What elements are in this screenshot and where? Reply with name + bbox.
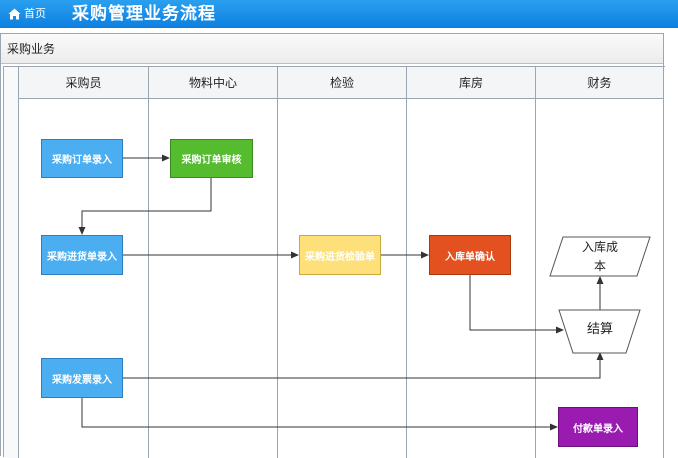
home-icon xyxy=(8,8,21,20)
lane-divider xyxy=(535,99,536,458)
lane-divider xyxy=(277,99,278,458)
lane-header-finance: 财务 xyxy=(536,67,664,99)
lane-header-inspection: 检验 xyxy=(278,67,407,99)
lane-header-warehouse: 库房 xyxy=(407,67,536,99)
inbound-cost-label[interactable]: 入库成 本 xyxy=(560,238,640,276)
order-review-node[interactable]: 采购订单审核 xyxy=(170,139,253,178)
pool-label-strip xyxy=(4,67,19,458)
top-bar: 首页 采购管理业务流程 xyxy=(0,0,678,28)
panel-title: 采购业务 xyxy=(1,34,663,64)
home-label: 首页 xyxy=(24,7,46,20)
invoice-entry-node[interactable]: 采购发票录入 xyxy=(41,358,123,398)
lane-divider xyxy=(406,99,407,458)
payment-entry-node[interactable]: 付款单录入 xyxy=(558,407,638,447)
order-entry-node[interactable]: 采购订单录入 xyxy=(41,139,123,178)
app-title: 采购管理业务流程 xyxy=(72,4,216,24)
settlement-label[interactable]: 结算 xyxy=(570,320,630,340)
home-link[interactable]: 首页 xyxy=(8,6,46,22)
lane-divider xyxy=(663,99,664,458)
inspection-node[interactable]: 采购进货检验单 xyxy=(299,235,381,275)
receipt-entry-node[interactable]: 采购进货单录入 xyxy=(41,235,123,275)
lane-header-purchaser: 采购员 xyxy=(19,67,149,99)
lane-divider xyxy=(148,99,149,458)
inbound-cost-label-line1: 入库成 xyxy=(581,240,618,254)
lane-header-material-center: 物料中心 xyxy=(149,67,278,99)
warehouse-confirm-node[interactable]: 入库单确认 xyxy=(429,235,511,275)
inbound-cost-label-line2: 本 xyxy=(593,259,606,273)
